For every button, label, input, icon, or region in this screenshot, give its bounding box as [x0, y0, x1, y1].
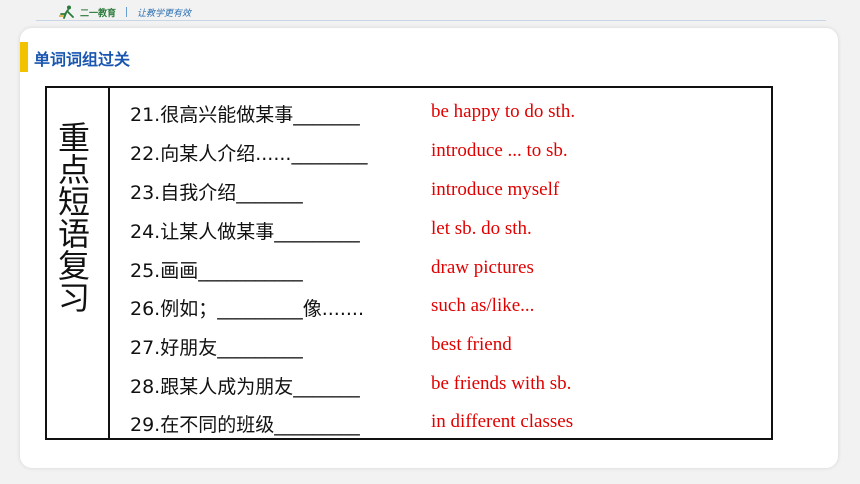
phrase-english: in different classes — [431, 411, 574, 432]
side-title-char: 语 — [57, 215, 90, 253]
phrase-chinese: 29.在不同的班级_________ — [130, 414, 360, 436]
logo-text: 二一教育 — [80, 8, 117, 19]
section-accent-bar — [20, 42, 28, 72]
phrase-row: 25.画画___________ draw pictures — [130, 256, 610, 282]
logo-slogan: 让教学更有效 — [137, 8, 192, 19]
side-title-char: 短 — [57, 183, 90, 221]
logo: 二一教育 让教学更有效 — [58, 5, 191, 19]
phrase-row: 26.例如；_________像....... such as/like... — [130, 294, 610, 320]
section-title: 单词词组过关 — [34, 50, 131, 69]
phrase-row: 22.向某人介绍......________ introduce ... to … — [130, 139, 610, 165]
phrase-english: be friends with sb. — [431, 373, 572, 394]
logo-divider — [126, 7, 128, 17]
phrase-english: best friend — [431, 334, 512, 355]
phrase-english: draw pictures — [431, 257, 534, 278]
phrase-chinese: 27.好朋友_________ — [130, 337, 303, 359]
phrase-english: let sb. do sth. — [431, 218, 532, 239]
phrase-row: 21.很高兴能做某事_______ be happy to do sth. — [130, 100, 610, 126]
phrase-row: 28.跟某人成为朋友_______ be friends with sb. — [130, 372, 610, 398]
runner-logo-icon — [59, 5, 74, 19]
phrase-chinese: 25.画画___________ — [130, 260, 303, 282]
phrase-chinese: 22.向某人介绍......________ — [130, 143, 368, 165]
phrase-row: 24.让某人做某事_________ let sb. do sth. — [130, 217, 610, 243]
phrase-chinese: 24.让某人做某事_________ — [130, 221, 360, 243]
phrase-english: be happy to do sth. — [431, 101, 576, 122]
side-title-char: 复 — [57, 247, 90, 285]
phrase-english: introduce myself — [431, 179, 560, 200]
side-title-char: 重 — [57, 119, 90, 157]
phrase-chinese: 28.跟某人成为朋友_______ — [130, 376, 360, 398]
side-title-char: 习 — [57, 279, 90, 317]
phrase-row: 27.好朋友_________ best friend — [130, 333, 610, 359]
phrase-english: introduce ... to sb. — [431, 140, 568, 161]
top-bar: 二一教育 让教学更有效 — [0, 0, 860, 22]
table-column-divider — [108, 86, 110, 440]
header-divider — [36, 20, 826, 21]
phrase-english: such as/like... — [431, 295, 535, 316]
phrase-row: 23.自我介绍_______ introduce myself — [130, 178, 610, 204]
phrase-chinese: 26.例如；_________像....... — [130, 298, 364, 320]
side-title-char: 点 — [57, 151, 90, 189]
phrase-chinese: 23.自我介绍_______ — [130, 182, 303, 204]
phrase-row: 29.在不同的班级_________ in different classes — [130, 410, 610, 436]
phrase-chinese: 21.很高兴能做某事_______ — [130, 104, 360, 126]
side-title: 重 点 短 语 复 习 — [52, 122, 96, 314]
